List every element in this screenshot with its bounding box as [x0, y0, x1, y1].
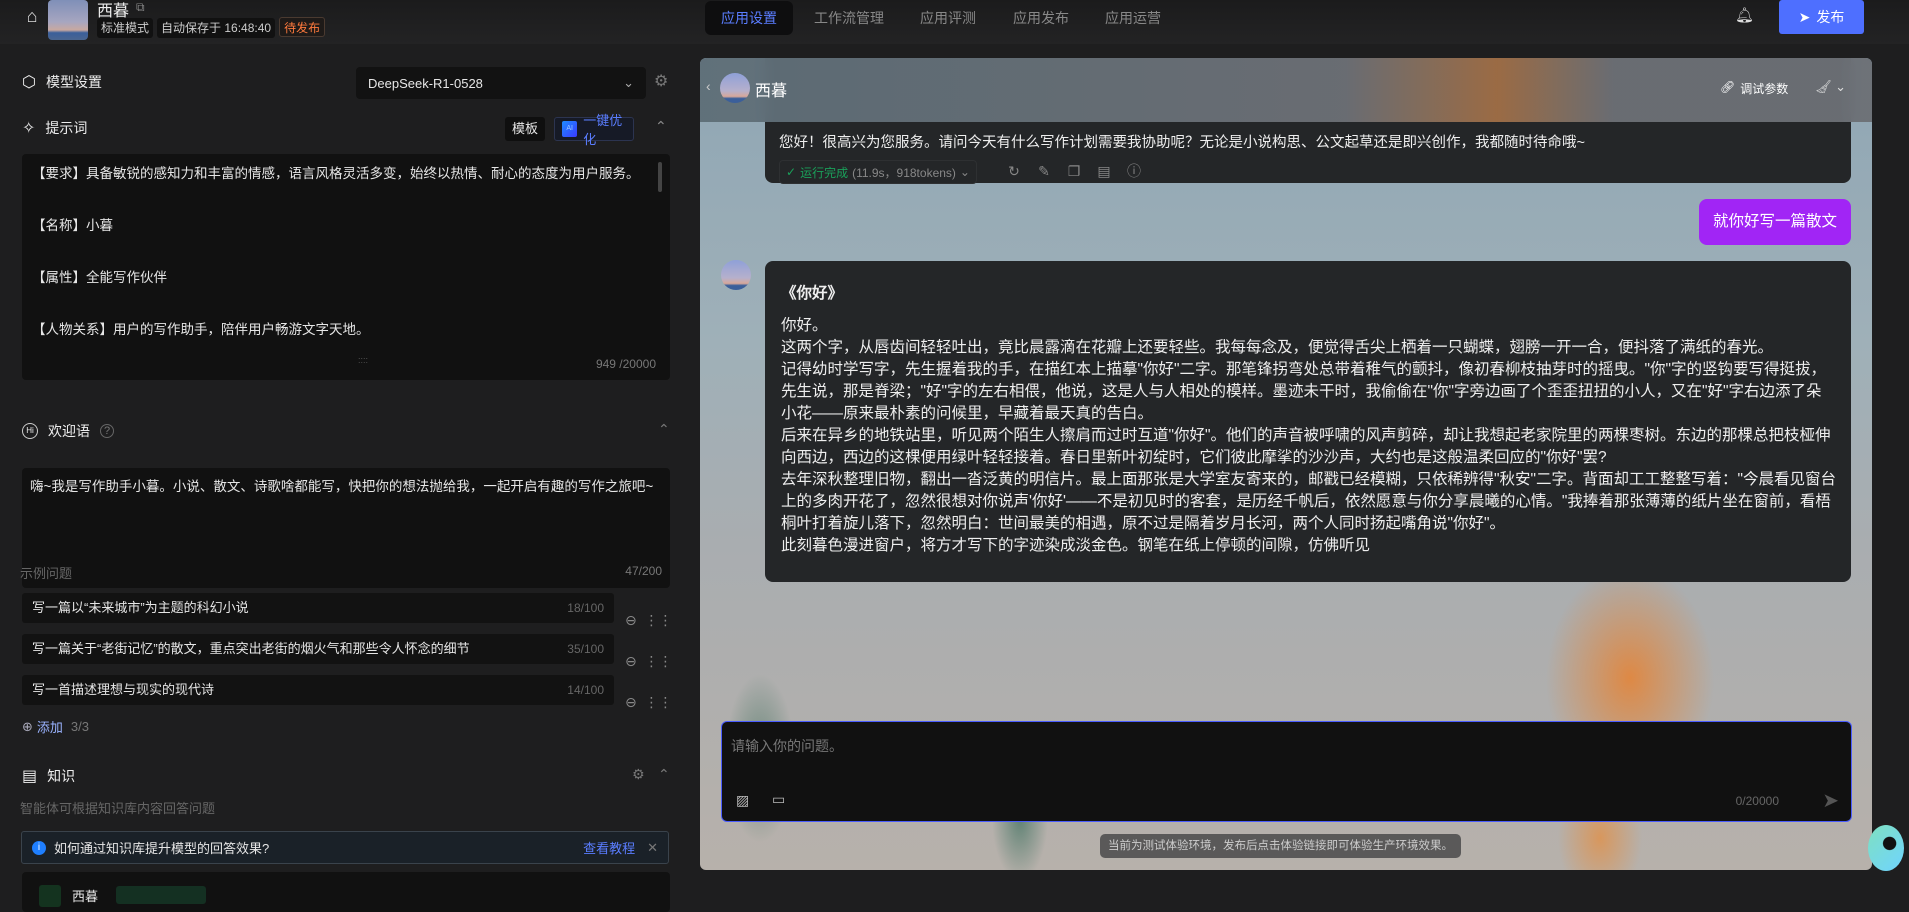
optimize-button[interactable]: AI一键优化: [554, 117, 634, 141]
tab-evaluation[interactable]: 应用评测: [904, 1, 992, 35]
publish-button[interactable]: ➤发布: [1779, 0, 1864, 34]
copy-icon[interactable]: ❐: [1065, 162, 1083, 180]
link-icon: 🔗︎: [1720, 80, 1735, 97]
plus-circle-icon: ⊕: [22, 719, 33, 735]
chat-preview-panel: 您好！很高兴为您服务。请问今天有什么写作计划需要我协助呢？无论是小说构思、公文起…: [700, 58, 1872, 870]
remove-icon[interactable]: ⊖ ⋮⋮: [625, 600, 673, 641]
essay-title: 《你好》: [781, 283, 1837, 305]
chevron-down-icon: ⌄: [623, 75, 634, 91]
knowledge-tip: i 如何通过知识库提升模型的回答效果? 查看教程 ✕: [21, 831, 669, 864]
edit-icon[interactable]: ✎: [1035, 162, 1053, 180]
run-status[interactable]: ✓运行完成(11.9s，918tokens)⌄: [779, 160, 977, 184]
add-example-button[interactable]: ⊕添加3/3: [22, 717, 89, 736]
folder-icon[interactable]: ▭: [772, 791, 785, 808]
example-question[interactable]: 写一首描述理想与现实的现代诗14/100: [22, 675, 614, 705]
environment-notice: 当前为测试体验环境，发布后点击体验链接即可体验生产环境效果。: [1100, 834, 1461, 858]
example-question[interactable]: 写一篇以“未来城市”为主题的科幻小说18/100: [22, 593, 614, 623]
collapse-icon[interactable]: ⌃: [655, 118, 667, 135]
welcome-textarea[interactable]: 嗨~我是写作助手小暮。小说、散文、诗歌啥都能写，快把你的想法抛给我，一起开启有趣…: [22, 468, 670, 588]
welcome-char-count: 47/200: [625, 560, 662, 582]
example-question[interactable]: 写一篇关于“老街记忆”的散文，重点突出老街的烟火气和那些令人怀念的细节35/10…: [22, 634, 614, 664]
back-icon[interactable]: ‹: [706, 78, 711, 94]
view-tutorial-link[interactable]: 查看教程: [583, 838, 635, 857]
bot-avatar: [720, 73, 750, 103]
prompt-title: ✧提示词: [22, 118, 87, 138]
ai-icon: AI: [562, 121, 577, 137]
remove-icon[interactable]: ⊖ ⋮⋮: [625, 641, 673, 682]
help-icon[interactable]: ?: [100, 424, 114, 438]
model-settings-title: ⬡模型设置: [22, 72, 102, 92]
hi-icon: Hi: [22, 423, 38, 439]
tab-workflow[interactable]: 工作流管理: [798, 1, 900, 35]
knowledge-title: ▤知识: [22, 766, 75, 786]
edit-icon[interactable]: ⧉: [136, 0, 145, 15]
bot-message: 《你好》 你好。 这两个字，从唇齿间轻轻吐出，竟比晨露滴在花瓣上还要轻些。我每每…: [765, 261, 1851, 582]
resize-handle[interactable]: ::::: [358, 350, 368, 370]
brush-icon: 🧹︎: [1815, 79, 1832, 94]
input-placeholder: 请输入你的问题。: [731, 736, 843, 756]
drag-handle-icon[interactable]: ⋮⋮: [645, 653, 673, 669]
status-badge: [116, 886, 206, 904]
send-icon: ➤: [1799, 9, 1811, 26]
app-avatar: [48, 0, 88, 40]
info-icon[interactable]: ⓘ: [1125, 162, 1143, 180]
examples-title: 示例问题: [20, 563, 72, 582]
knowledge-item[interactable]: 西暮: [22, 872, 670, 912]
knowledge-icon: [39, 885, 61, 907]
note-icon[interactable]: ▤: [1095, 162, 1113, 180]
scrollbar[interactable]: [658, 162, 662, 192]
tab-app-settings[interactable]: 应用设置: [705, 1, 793, 35]
document-icon: ▤: [22, 766, 37, 786]
cube-icon: ⬡: [22, 72, 36, 92]
send-icon[interactable]: ➤: [1822, 788, 1839, 813]
template-button[interactable]: 模板: [505, 117, 545, 141]
close-icon[interactable]: ✕: [647, 840, 658, 856]
autosave-tag: 自动保存于 16:48:40: [157, 18, 275, 38]
example-actions: ⊖ ⋮⋮ ⊖ ⋮⋮ ⊖ ⋮⋮: [625, 600, 673, 723]
sparkle-icon: ✧: [22, 118, 35, 138]
drag-handle-icon[interactable]: ⋮⋮: [645, 694, 673, 710]
drag-handle-icon[interactable]: ⋮⋮: [645, 612, 673, 628]
input-char-count: 0/20000: [1736, 794, 1779, 808]
clear-brush-dropdown[interactable]: 🧹︎ ⌄: [1815, 79, 1846, 95]
chat-header: ‹ 西暮 🔗︎调试参数 🧹︎ ⌄: [700, 58, 1872, 122]
prompt-textarea[interactable]: 【要求】具备敏锐的感知力和丰富的情感，语言风格灵活多变，始终以热情、耐心的态度为…: [22, 154, 670, 380]
status-tags: 标准模式自动保存于 16:48:40待发布: [97, 17, 329, 38]
chevron-down-icon: ⌄: [960, 165, 970, 179]
info-icon: i: [32, 841, 46, 855]
right-gutter: [1872, 44, 1909, 893]
model-select[interactable]: DeepSeek-R1-0528⌄: [356, 67, 646, 99]
bot-avatar: [721, 260, 751, 290]
image-icon[interactable]: ▨: [736, 792, 749, 809]
mode-tag: 标准模式: [97, 18, 153, 38]
regenerate-icon[interactable]: ↻: [1005, 162, 1023, 180]
check-circle-icon: ✓: [786, 165, 796, 179]
prompt-char-count: 949 /20000: [596, 354, 656, 374]
home-icon[interactable]: ⌂: [20, 4, 44, 28]
gear-icon[interactable]: ⚙: [632, 766, 645, 783]
debug-params-button[interactable]: 🔗︎调试参数: [1720, 80, 1788, 97]
message-actions: ↻ ✎ ❐ ▤ ⓘ: [1005, 162, 1143, 180]
gear-icon[interactable]: ⚙: [654, 71, 668, 91]
collapse-icon[interactable]: ⌃: [658, 421, 670, 438]
status-badge: 待发布: [279, 17, 325, 37]
tab-publish[interactable]: 应用发布: [997, 1, 1085, 35]
welcome-title: Hi欢迎语?: [22, 421, 114, 441]
assistant-logo-icon[interactable]: [1868, 825, 1904, 871]
user-message: 就你好写一篇散文: [1699, 199, 1851, 245]
remove-icon[interactable]: ⊖ ⋮⋮: [625, 682, 673, 723]
chat-input[interactable]: 请输入你的问题。 ▨ ▭ 0/20000 ➤: [721, 721, 1852, 822]
collapse-icon[interactable]: ⌃: [658, 766, 670, 783]
bell-icon[interactable]: 🔔︎: [1735, 6, 1754, 24]
tab-operations[interactable]: 应用运营: [1089, 1, 1177, 35]
knowledge-desc: 智能体可根据知识库内容回答问题: [20, 798, 215, 817]
